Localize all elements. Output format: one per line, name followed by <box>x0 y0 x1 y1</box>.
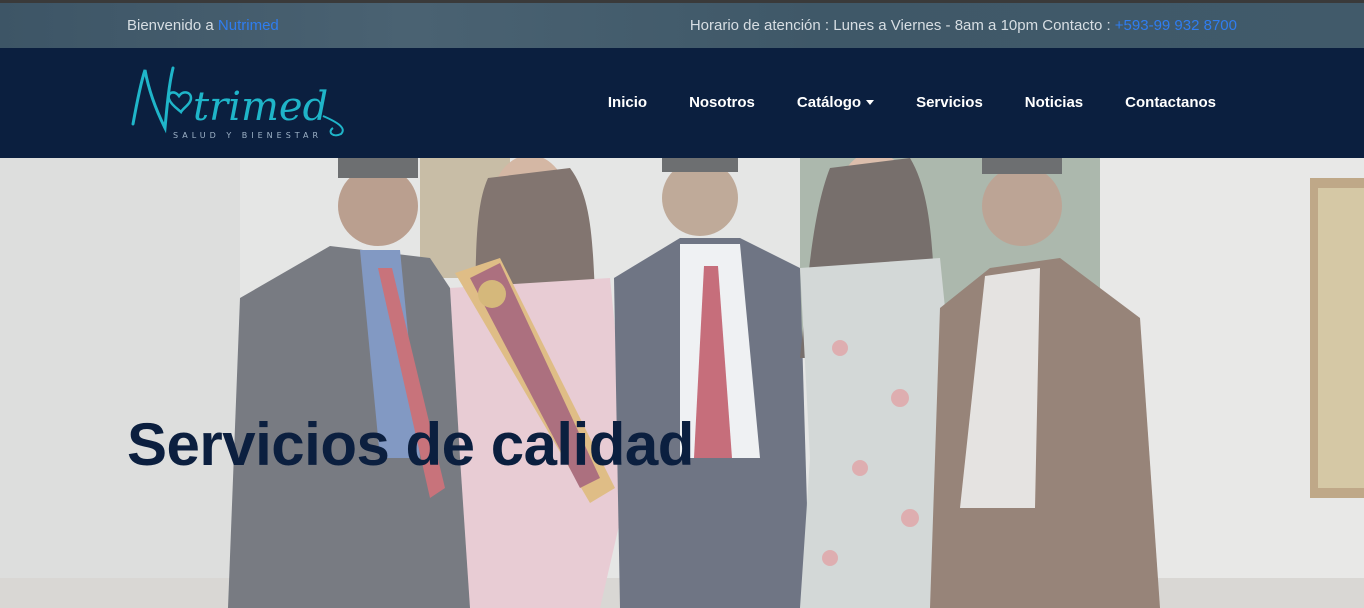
svg-text:trimed: trimed <box>193 84 328 130</box>
nav-inicio[interactable]: Inicio <box>608 94 647 111</box>
brand-tagline: SALUD Y BIENESTAR <box>173 131 322 140</box>
hero-section: Servicios de calidad <box>0 158 1364 608</box>
hours-contact: Horario de atención : Lunes a Viernes - … <box>690 17 1237 34</box>
nav-catalogo[interactable]: Catálogo <box>796 94 875 111</box>
nutrimed-logo[interactable]: trimed SALUD Y BIENESTAR <box>127 62 349 142</box>
primary-nav: Inicio Nosotros Catálogo Servicios Notic… <box>566 94 1216 111</box>
hero-heading: Servicios de calidad <box>127 411 694 478</box>
nav-catalogo-label: Catálogo <box>796 94 862 111</box>
phone-link[interactable]: +593-99 932 8700 <box>1115 17 1237 34</box>
welcome-text: Bienvenido a Nutrimed <box>127 17 279 34</box>
main-navbar: trimed SALUD Y BIENESTAR Inicio Nosotros… <box>0 48 1364 158</box>
hours-text: Horario de atención : Lunes a Viernes - … <box>689 17 1115 34</box>
welcome-prefix: Bienvenido a <box>127 17 218 34</box>
nav-contactanos[interactable]: Contactanos <box>1125 94 1216 111</box>
nutrimed-logo-icon: trimed SALUD Y BIENESTAR <box>131 66 344 140</box>
caret-down-icon <box>866 100 875 105</box>
hero-overlay <box>0 158 1364 608</box>
nav-nosotros[interactable]: Nosotros <box>689 94 755 111</box>
welcome-brand-link[interactable]: Nutrimed <box>218 17 279 34</box>
nav-noticias[interactable]: Noticias <box>1025 94 1083 111</box>
top-info-bar: Bienvenido a Nutrimed Horario de atenció… <box>0 0 1364 48</box>
nav-servicios[interactable]: Servicios <box>916 94 983 111</box>
